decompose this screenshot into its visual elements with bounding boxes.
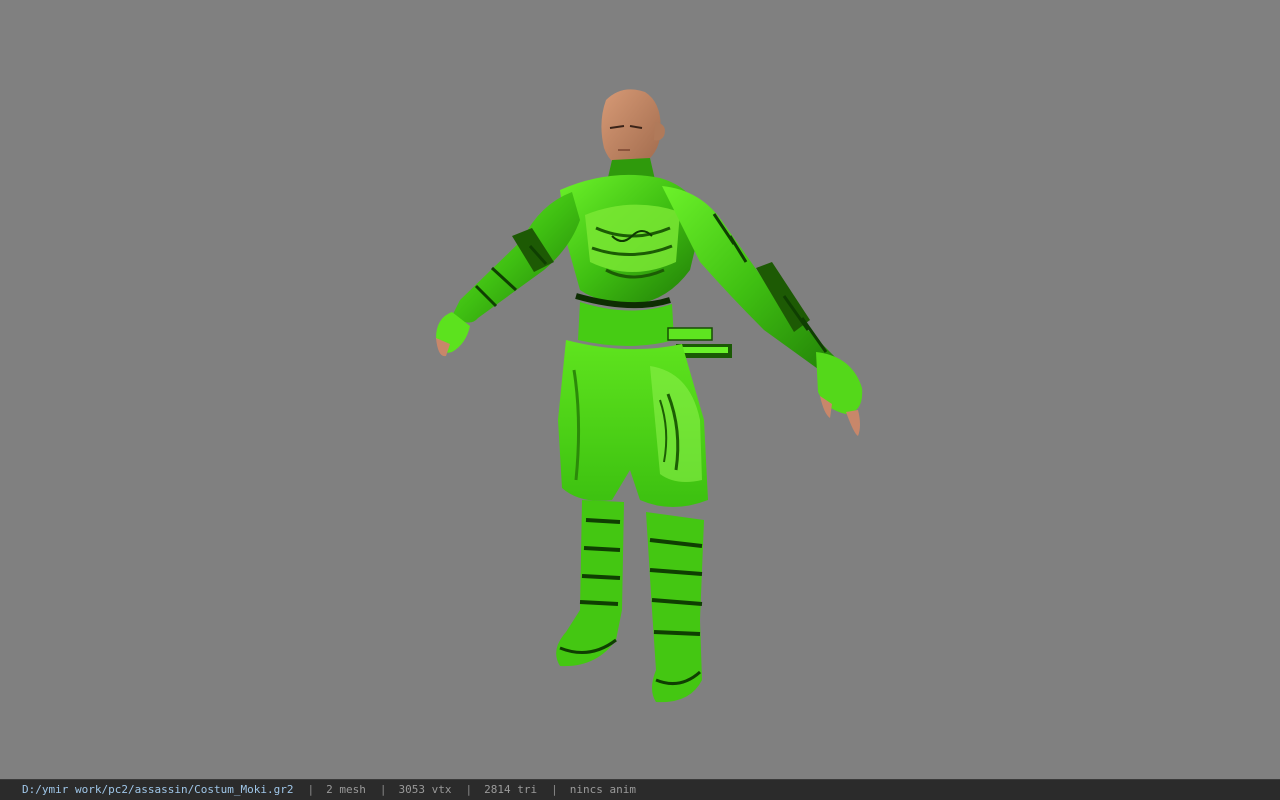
right-boot: [646, 512, 704, 703]
separator: |: [465, 783, 473, 796]
character-model: [436, 89, 863, 703]
status-bar: D:/ymir work/pc2/assassin/Costum_Moki.gr…: [0, 779, 1280, 800]
left-boot: [556, 500, 624, 667]
waist-sash: [578, 302, 674, 346]
mesh-count: 2 mesh: [326, 783, 366, 796]
separator: |: [551, 783, 558, 796]
file-path: D:/ymir work/pc2/assassin/Costum_Moki.gr…: [22, 783, 294, 796]
pants: [558, 340, 708, 507]
left-arm: [436, 192, 580, 357]
vertex-count: 3053 vtx: [398, 783, 452, 796]
separator: |: [379, 783, 387, 796]
triangle-count: 2814 tri: [484, 783, 538, 796]
separator: |: [307, 783, 315, 796]
head: [601, 89, 665, 169]
3d-viewport[interactable]: [0, 0, 1280, 779]
animation-status: nincs anim: [569, 783, 636, 796]
